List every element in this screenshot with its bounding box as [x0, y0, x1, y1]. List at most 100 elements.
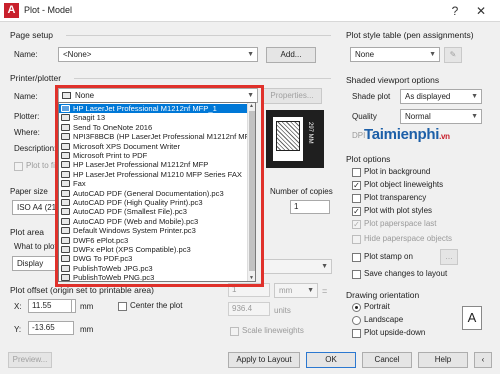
hide-paperspace-checkbox[interactable]: [352, 235, 361, 244]
chevron-down-icon: ▼: [307, 287, 314, 294]
chevron-down-icon: ▼: [321, 263, 328, 270]
shade-plot-label: Shade plot: [352, 92, 391, 101]
add-button[interactable]: Add...: [266, 47, 316, 63]
window-title: Plot - Model: [24, 5, 73, 15]
divider: [74, 78, 331, 79]
save-changes-label: Save changes to layout: [364, 269, 448, 278]
plot-transparency-checkbox[interactable]: [352, 194, 361, 203]
y-label: Y:: [14, 325, 22, 334]
scale-units-input[interactable]: 936.4: [228, 302, 270, 316]
printer-group-label: Printer/plotter: [10, 73, 62, 83]
plot-options-group-label: Plot options: [346, 154, 391, 164]
hide-paperspace-label: Hide paperspace objects: [364, 234, 453, 243]
landscape-radio[interactable]: [352, 316, 361, 325]
title-bar: [0, 0, 500, 22]
page-setup-name-value: <None>: [63, 50, 92, 59]
help-icon[interactable]: ?: [444, 2, 466, 20]
scale-unit-select[interactable]: mm ▼: [274, 283, 318, 298]
orientation-group-label: Drawing orientation: [346, 290, 420, 300]
y-offset-input[interactable]: -13.65: [28, 321, 74, 335]
y-unit: mm: [80, 325, 94, 334]
printable-area: [276, 121, 300, 151]
highlight-box: [55, 85, 264, 287]
what-to-plot-select[interactable]: Display: [12, 256, 58, 271]
orientation-icon: A: [462, 306, 482, 330]
preview-dim-top: 297 MM: [307, 122, 313, 144]
center-plot-checkbox[interactable]: [118, 302, 127, 311]
preview-button[interactable]: Preview...: [8, 352, 52, 368]
y-offset-value: -13.65: [32, 323, 55, 332]
x-offset-input[interactable]: 11.55: [28, 299, 72, 313]
help-button[interactable]: Help: [418, 352, 468, 368]
plot-stamp-checkbox[interactable]: [352, 253, 361, 262]
scale-select[interactable]: ▼: [262, 259, 332, 274]
scale-link-icon: =: [322, 286, 328, 296]
chevron-down-icon: ▼: [471, 93, 478, 100]
plot-styles-label: Plot with plot styles: [364, 206, 433, 215]
collapse-button[interactable]: ‹: [474, 352, 492, 368]
plot-style-value: None: [355, 50, 375, 59]
copies-input[interactable]: 1: [290, 200, 330, 214]
shade-plot-value: As displayed: [405, 92, 451, 101]
landscape-label: Landscape: [364, 315, 404, 324]
printer-name-label: Name:: [14, 92, 38, 101]
close-icon[interactable]: ✕: [470, 2, 492, 20]
plot-stamp-label: Plot stamp on: [364, 252, 413, 261]
plot-lineweights-checkbox[interactable]: ✓: [352, 181, 361, 190]
apply-to-layout-button[interactable]: Apply to Layout: [228, 352, 300, 368]
x-offset-value: 11.55: [32, 301, 52, 310]
autocad-logo-icon: A: [4, 3, 19, 18]
plot-styles-checkbox[interactable]: ✓: [352, 207, 361, 216]
shaded-viewport-group-label: Shaded viewport options: [346, 75, 440, 85]
upside-down-checkbox[interactable]: [352, 329, 361, 338]
chevron-down-icon: ▼: [471, 113, 478, 120]
paperspace-last-checkbox[interactable]: ✓: [352, 220, 361, 229]
watermark-brand: Taimienphi.vn: [364, 126, 450, 143]
chevron-down-icon: ▼: [429, 51, 436, 58]
paper-sheet: [273, 117, 303, 161]
where-label: Where:: [14, 128, 40, 137]
quality-value: Normal: [405, 112, 431, 121]
x-unit: mm: [80, 302, 94, 311]
plot-background-label: Plot in background: [364, 167, 431, 176]
plot-to-file-checkbox[interactable]: [14, 162, 23, 171]
save-changes-checkbox[interactable]: [352, 270, 361, 279]
quality-select[interactable]: Normal ▼: [400, 109, 482, 124]
quality-label: Quality: [352, 112, 377, 121]
shade-plot-select[interactable]: As displayed ▼: [400, 89, 482, 104]
scale-units-label: units: [274, 306, 291, 315]
copies-label: Number of copies: [270, 187, 333, 196]
upside-down-label: Plot upside-down: [364, 328, 426, 337]
plot-style-edit-button[interactable]: ✎: [444, 47, 462, 63]
divider: [66, 35, 331, 36]
plot-style-select[interactable]: None ▼: [350, 47, 440, 62]
plot-transparency-label: Plot transparency: [364, 193, 427, 202]
scale-unit-value: mm: [279, 286, 293, 295]
page-setup-name-label: Name:: [14, 50, 38, 59]
what-to-plot-label: What to plot:: [14, 242, 59, 251]
paperspace-last-label: Plot paperspace last: [364, 219, 437, 228]
plot-style-group-label: Plot style table (pen assignments): [346, 30, 474, 40]
plot-lineweights-label: Plot object lineweights: [364, 180, 444, 189]
what-to-plot-value: Display: [17, 259, 44, 268]
properties-button[interactable]: Properties...: [262, 88, 322, 104]
plotter-label: Plotter:: [14, 112, 40, 121]
ok-button[interactable]: OK: [306, 352, 356, 368]
portrait-label: Portrait: [364, 302, 390, 311]
copies-value: 1: [294, 202, 299, 211]
plot-area-group-label: Plot area: [10, 227, 45, 237]
plot-stamp-settings-button[interactable]: …: [440, 249, 458, 265]
scale-lineweights-label: Scale lineweights: [242, 326, 304, 335]
center-plot-label: Center the plot: [130, 301, 183, 310]
scale-units-value: 936.4: [232, 304, 253, 313]
portrait-radio[interactable]: [352, 303, 361, 312]
page-setup-group-label: Page setup: [10, 30, 54, 40]
chevron-down-icon: ▼: [247, 51, 254, 58]
page-setup-name-select[interactable]: <None> ▼: [58, 47, 258, 62]
paper-size-label: Paper size: [10, 187, 48, 196]
x-label: X:: [14, 302, 22, 311]
description-label: Description:: [14, 144, 57, 153]
plot-background-checkbox[interactable]: [352, 168, 361, 177]
scale-lineweights-checkbox[interactable]: [230, 327, 239, 336]
cancel-button[interactable]: Cancel: [362, 352, 412, 368]
